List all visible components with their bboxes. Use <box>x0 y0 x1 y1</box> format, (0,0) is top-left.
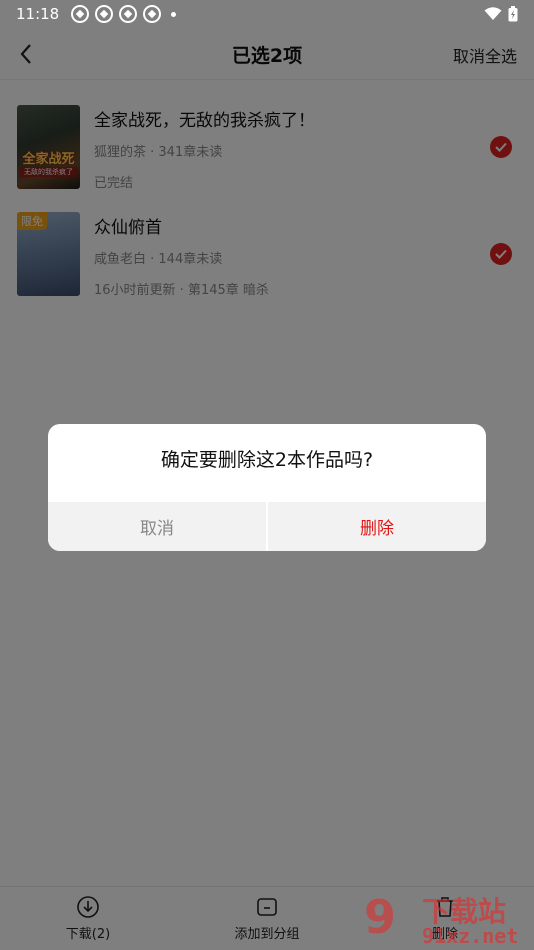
delete-confirm-dialog: 确定要删除这2本作品吗? 取消 删除 <box>48 424 486 551</box>
status-bar: 11:18 <box>0 0 534 28</box>
more-notifications-dot <box>171 11 177 17</box>
site-watermark: 9 下载站 91xz.net <box>360 888 534 950</box>
watermark-domain: 91xz.net <box>422 924 519 948</box>
dialog-cancel-button[interactable]: 取消 <box>48 502 266 551</box>
app-notification-icon <box>119 5 138 23</box>
app-notification-icon <box>71 5 90 23</box>
notification-icons <box>71 5 177 23</box>
dialog-message: 确定要删除这2本作品吗? <box>160 449 374 471</box>
app-notification-icon <box>95 5 114 23</box>
wifi-icon <box>484 7 502 20</box>
dialog-delete-button[interactable]: 删除 <box>268 502 486 551</box>
status-right <box>484 6 518 22</box>
app-notification-icon <box>143 5 162 23</box>
battery-icon <box>508 6 518 22</box>
dialog-actions: 取消 删除 <box>48 502 486 551</box>
watermark-logo: 9 <box>364 890 397 944</box>
status-time: 11:18 <box>16 5 60 23</box>
